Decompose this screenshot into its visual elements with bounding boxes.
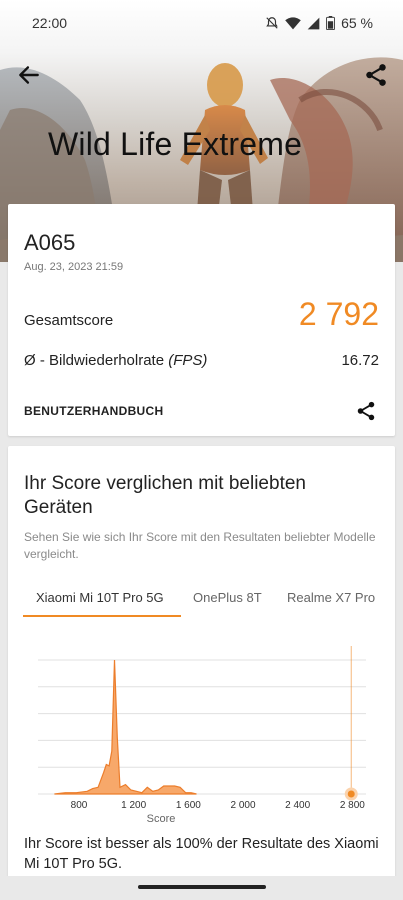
score-value: 2 792	[298, 296, 379, 332]
comparison-verdict: Ihr Score ist besser als 100% der Result…	[24, 836, 379, 872]
battery-percent: 65 %	[341, 15, 373, 31]
result-date: Aug. 23, 2023 21:59	[24, 261, 124, 273]
comparison-card: Ihr Score verglichen mit beliebten Gerät…	[8, 446, 395, 886]
gesture-nav-handle[interactable]	[138, 885, 266, 889]
x-tick-label: 800	[71, 800, 88, 811]
bell-off-icon	[266, 17, 278, 29]
fps-label-unit: (FPS)	[168, 352, 208, 369]
share-result-icon[interactable]	[355, 400, 377, 422]
x-tick-label: 2 400	[285, 800, 310, 811]
device-tabs: Xiaomi Mi 10T Pro 5G OnePlus 8T Realme X…	[8, 576, 395, 618]
tab-oneplus-8t[interactable]: OnePlus 8T	[193, 590, 262, 605]
distribution-area	[54, 659, 197, 795]
tab-indicator	[23, 615, 181, 617]
device-name: A065	[24, 230, 76, 255]
share-icon[interactable]	[363, 62, 389, 88]
app-bar	[0, 60, 403, 90]
x-tick-label: 2 000	[230, 800, 255, 811]
x-tick-label: 1 600	[176, 800, 201, 811]
wifi-icon	[285, 16, 301, 29]
benchmark-title: Wild Life Extreme	[48, 126, 303, 162]
fps-label: Ø - Bildwiederholrate (FPS)	[24, 352, 207, 369]
result-card: A065 Aug. 23, 2023 21:59 Gesamtscore 2 7…	[8, 204, 395, 436]
status-icons: 65 %	[265, 15, 373, 31]
device-score-marker	[344, 787, 358, 801]
comparison-title: Ihr Score verglichen mit beliebten Gerät…	[24, 473, 306, 518]
status-bar: 22:00 65 %	[0, 0, 403, 46]
x-tick-label: 2 800	[340, 800, 365, 811]
signal-icon	[307, 17, 320, 29]
back-arrow-icon[interactable]	[16, 62, 42, 88]
battery-icon	[326, 16, 335, 30]
fps-label-text: Ø - Bildwiederholrate	[24, 352, 169, 369]
tab-realme-x7-pro[interactable]: Realme X7 Pro	[287, 590, 375, 605]
comparison-subtitle: Sehen Sie wie sich Ihr Score mit den Res…	[24, 530, 376, 561]
score-distribution-chart: 800 1 200 1 600 2 000 2 400 2 800 Score	[38, 646, 366, 825]
x-tick-label: 1 200	[121, 800, 146, 811]
fps-value: 16.72	[341, 352, 379, 369]
x-axis-label: Score	[147, 813, 176, 825]
user-manual-link[interactable]: BENUTZERHANDBUCH	[24, 404, 163, 418]
score-label: Gesamtscore	[24, 312, 114, 329]
tab-xiaomi-mi-10t-pro-5g[interactable]: Xiaomi Mi 10T Pro 5G	[36, 590, 164, 605]
status-time: 22:00	[32, 15, 68, 31]
